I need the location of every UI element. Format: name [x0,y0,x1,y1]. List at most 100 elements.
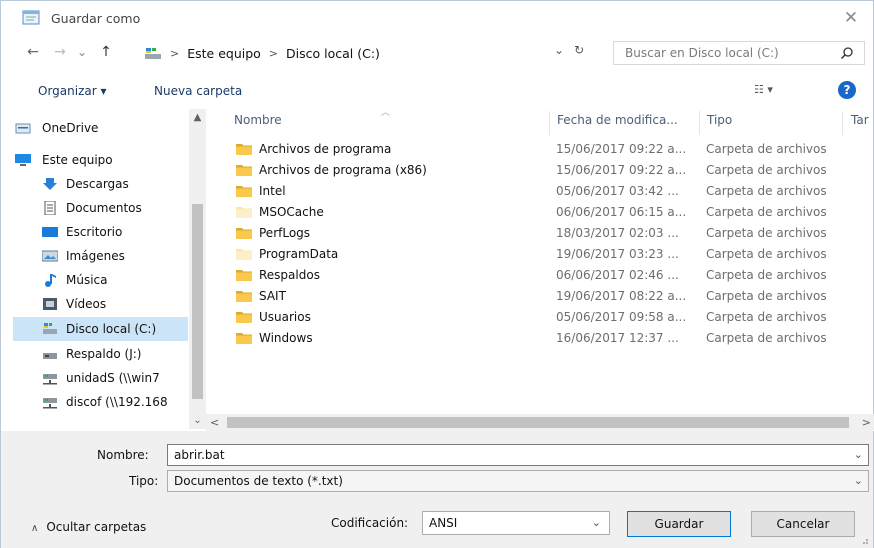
organize-button[interactable]: Organizar ▾ [38,84,107,98]
navigation-pane-scrollbar[interactable]: ▲ ⌄ [189,109,206,429]
file-type: Carpeta de archivos [706,289,827,303]
address-dropdown-icon[interactable]: ⌄ [554,43,564,57]
folder-icon [236,186,252,197]
sidebar-item-este-equipo[interactable]: Este equipo [13,149,188,171]
image-icon [42,250,58,262]
column-divider[interactable] [549,111,550,135]
sidebar-item-disco-local[interactable]: Disco local (C:) [13,317,188,341]
network-drive-icon [43,374,57,385]
file-row[interactable]: Archivos de programa (x86) 15/06/2017 09:… [234,160,854,181]
chevron-down-icon[interactable]: ⌄ [854,474,863,487]
sidebar-item-onedrive[interactable]: OneDrive [13,117,188,139]
chevron-down-icon[interactable]: ⌄ [592,516,601,529]
file-row[interactable]: PerfLogs 18/03/2017 02:03 ... Carpeta de a… [234,223,854,244]
address-actions: ⌄ ↻ [554,43,584,57]
file-date: 05/06/2017 03:42 ... [556,184,679,198]
sidebar-item-respaldo[interactable]: Respaldo (J:) [13,343,188,365]
address-bar[interactable]: > Este equipo > Disco local (C:) [144,41,600,65]
filetype-select[interactable]: Documentos de texto (*.txt) ⌄ [167,470,869,492]
filename-label: Nombre: [97,448,149,462]
column-divider[interactable] [699,111,700,135]
column-header-name[interactable]: Nombre [234,113,282,127]
folder-icon [236,144,252,155]
save-button[interactable]: Guardar [627,511,731,537]
column-header-date[interactable]: Fecha de modifica... [557,113,678,127]
filetype-label: Tipo: [129,474,159,488]
file-type: Carpeta de archivos [706,184,827,198]
column-header-type[interactable]: Tipo [707,113,732,127]
chevron-up-icon: ∧ [31,523,39,534]
refresh-icon[interactable]: ↻ [574,43,584,57]
change-view-button[interactable]: ☷ ▾ [754,83,773,96]
sidebar-item-discof[interactable]: discof (\\192.168 [13,391,188,413]
folder-icon [236,312,252,323]
sidebar-item-videos[interactable]: Vídeos [13,293,188,315]
sidebar-item-label: Música [66,273,108,287]
breadcrumb-disco-local[interactable]: Disco local (C:) [286,46,380,61]
breadcrumb-separator: > [268,46,279,60]
cancel-button[interactable]: Cancelar [751,511,855,537]
file-row[interactable]: Respaldos 06/06/2017 02:46 ... Carpeta de … [234,265,854,286]
folder-icon [236,270,252,281]
scroll-right-icon[interactable]: > [862,414,871,431]
sidebar-item-label: Imágenes [66,249,125,263]
folder-icon [236,207,252,218]
hide-folders-toggle[interactable]: ∧ Ocultar carpetas [31,520,146,534]
scroll-left-icon[interactable]: < [210,414,219,431]
sidebar-item-imagenes[interactable]: Imágenes [13,245,188,267]
folder-icon [236,333,252,344]
sidebar-item-musica[interactable]: Música [13,269,188,291]
folder-icon [236,291,252,302]
sidebar-item-escritorio[interactable]: Escritorio [13,221,188,243]
sidebar-item-unidads[interactable]: unidadS (\\win7 [13,367,188,389]
column-header-size[interactable]: Tar [851,113,869,127]
filetype-value: Documentos de texto (*.txt) [174,474,343,488]
sidebar-item-descargas[interactable]: Descargas [13,173,188,195]
file-row[interactable]: MSOCache 06/06/2017 06:15 a... Carpeta de … [234,202,854,223]
new-folder-button[interactable]: Nueva carpeta [154,84,242,98]
file-row[interactable]: Archivos de programa 15/06/2017 09:22 a..… [234,139,854,160]
file-row[interactable]: ProgramData 19/06/2017 03:23 ... Carpeta d… [234,244,854,265]
file-list-horizontal-scrollbar[interactable]: < > [206,414,874,431]
encoding-select[interactable]: ANSI ⌄ [422,511,610,535]
network-drive-icon [43,398,57,409]
file-row[interactable]: Windows 16/06/2017 12:37 ... Carpeta de ar… [234,328,854,349]
onedrive-icon [15,123,31,134]
back-button[interactable]: ← [23,42,43,62]
file-row[interactable]: SAIT 19/06/2017 08:22 a... Carpeta de arch… [234,286,854,307]
file-date: 18/03/2017 02:03 ... [556,226,679,240]
search-input[interactable]: Buscar en Disco local (C:) [613,41,865,65]
up-button[interactable]: ↑ [96,42,116,62]
column-divider[interactable] [842,111,843,135]
file-type: Carpeta de archivos [706,310,827,324]
file-date: 15/06/2017 09:22 a... [556,163,687,177]
scroll-up-icon[interactable]: ▲ [189,109,206,126]
scroll-down-icon[interactable]: ⌄ [189,412,206,429]
file-row[interactable]: Intel 05/06/2017 03:42 ... Carpeta de arch… [234,181,854,202]
file-name: Windows [259,331,313,345]
scrollbar-thumb[interactable] [192,204,203,399]
folder-icon [236,228,252,239]
encoding-label: Codificación: [331,516,409,530]
help-button[interactable]: ? [838,81,856,99]
sidebar-item-label: Escritorio [66,225,123,239]
drive-icon [43,353,57,359]
breadcrumb-este-equipo[interactable]: Este equipo [187,46,261,61]
save-as-dialog: Guardar como ✕ ← → ⌄ ↑ > Este equipo > D… [0,0,874,548]
hide-folders-label: Ocultar carpetas [46,520,147,534]
sidebar-item-label: discof (\\192.168 [66,395,168,409]
file-date: 16/06/2017 12:37 ... [556,331,679,345]
music-icon [45,274,56,287]
recent-locations-button[interactable]: ⌄ [72,42,92,62]
file-name: SAIT [259,289,286,303]
close-button[interactable]: ✕ [841,8,861,28]
file-row[interactable]: Usuarios 05/06/2017 09:58 a... Carpeta de … [234,307,854,328]
scrollbar-thumb[interactable] [227,417,849,428]
forward-button[interactable]: → [50,42,70,62]
filename-input[interactable]: abrir.bat ⌄ [167,444,869,466]
download-icon [43,178,57,190]
window-title: Guardar como [51,11,141,26]
resize-grip-icon[interactable] [859,535,869,545]
sidebar-item-documentos[interactable]: Documentos [13,197,188,219]
chevron-down-icon[interactable]: ⌄ [854,448,863,461]
